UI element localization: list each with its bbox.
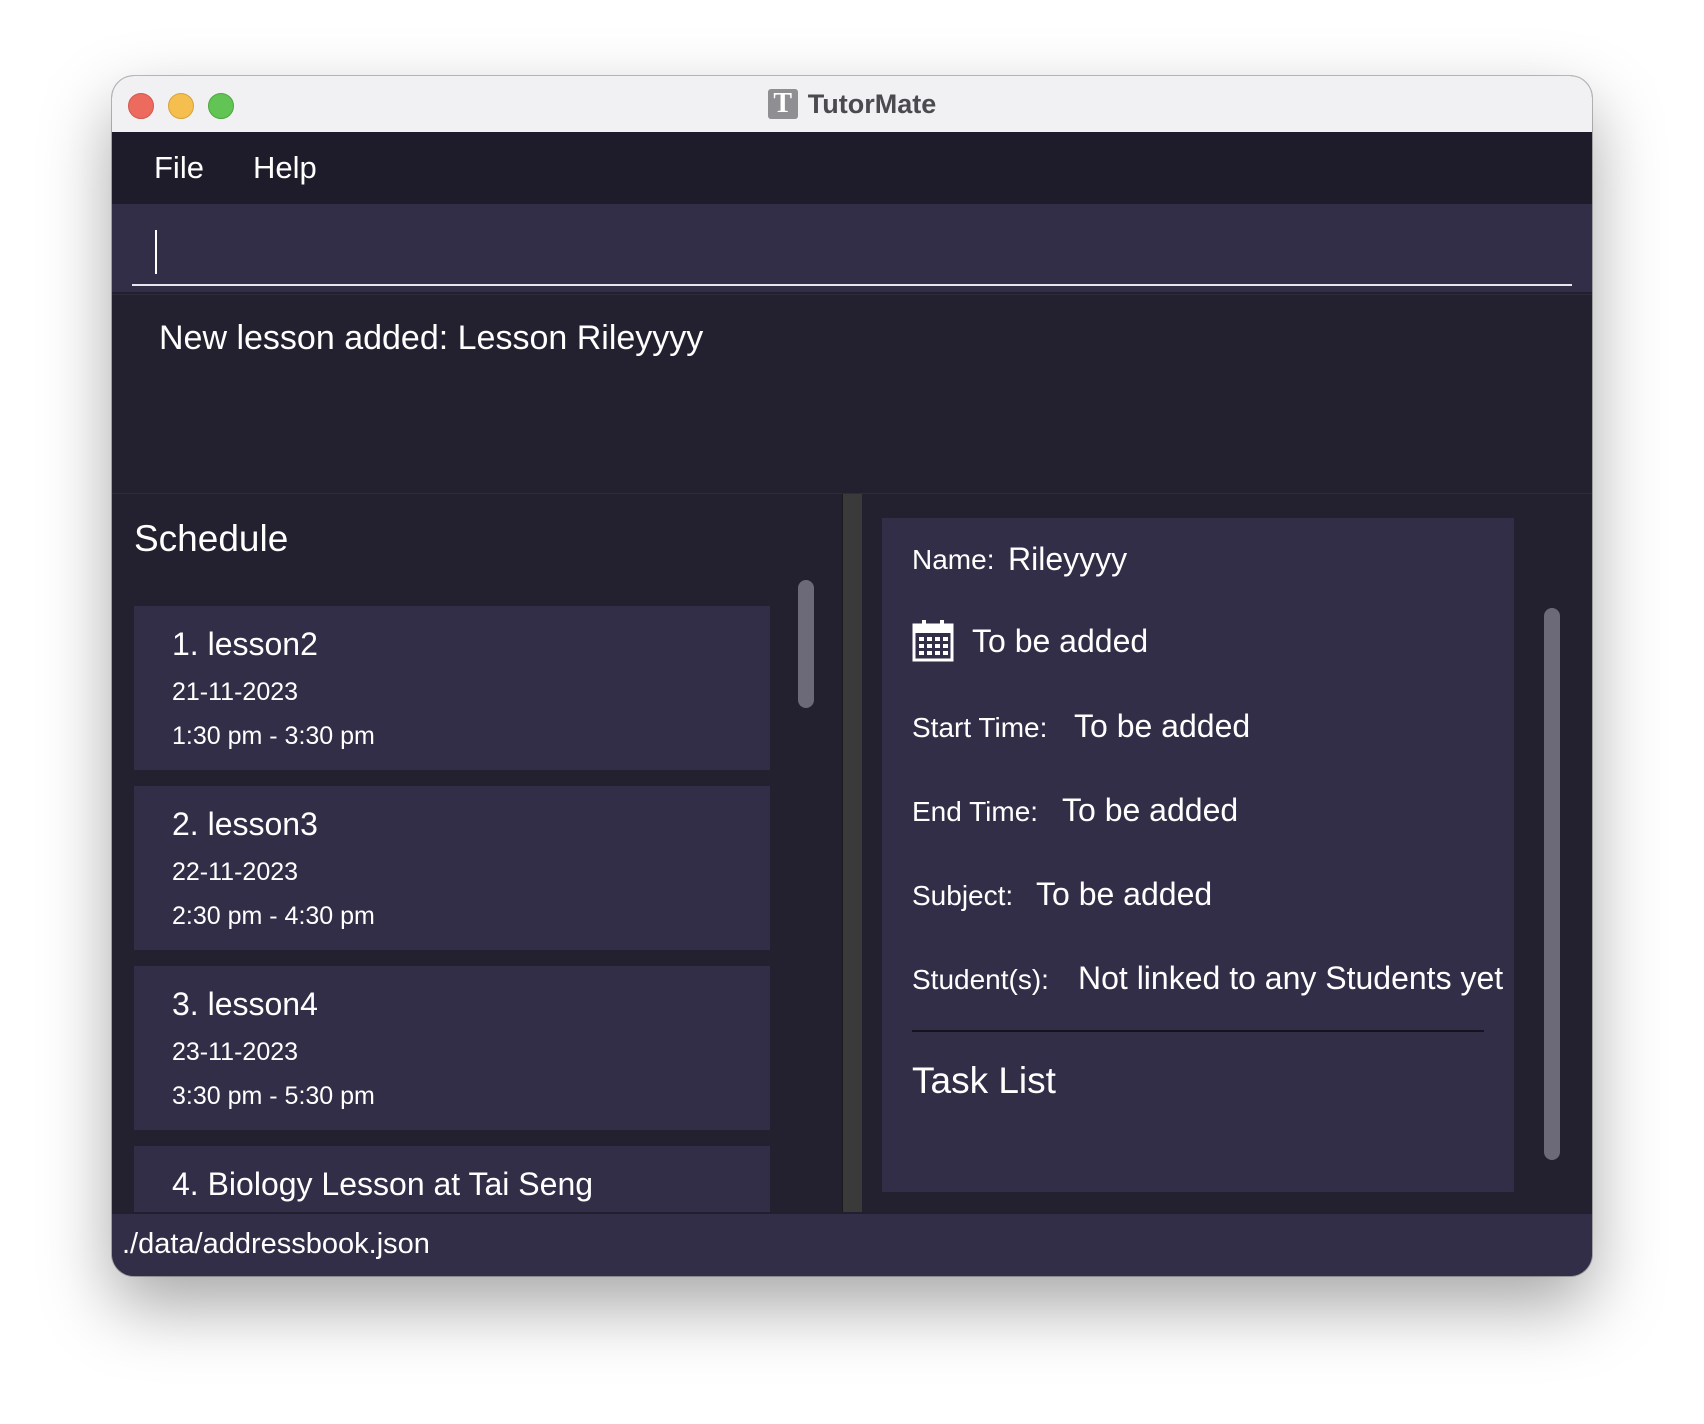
split-pane-divider[interactable] (842, 494, 864, 1212)
status-bar: ./data/addressbook.json (112, 1214, 1592, 1276)
subject-label: Subject: (912, 880, 1014, 911)
lesson-card[interactable]: 1. lesson2 21-11-2023 1:30 pm - 3:30 pm (134, 606, 770, 770)
start-time-value: To be added (1074, 708, 1251, 744)
window-title-group: T TutorMate (112, 76, 1592, 132)
result-display: New lesson added: Lesson Rileyyyy (112, 294, 1592, 494)
lesson-card[interactable]: 2. lesson3 22-11-2023 2:30 pm - 4:30 pm (134, 786, 770, 950)
details-scrollbar[interactable] (1544, 608, 1560, 1160)
command-input[interactable] (132, 218, 1572, 286)
details-panel: Name: Rileyyyy To be added Start Time: T (862, 494, 1592, 1212)
students-value: Not linked to any Students yet (1078, 960, 1504, 996)
menu-bar: File Help (112, 132, 1592, 204)
start-time-label: Start Time: (912, 712, 1048, 743)
window-title: TutorMate (807, 88, 937, 119)
menu-file[interactable]: File (154, 150, 204, 186)
menu-help[interactable]: Help (253, 150, 317, 186)
lesson-time: 3:30 pm - 5:30 pm (172, 1082, 375, 1110)
text-caret (155, 230, 157, 274)
lesson-name: 2. lesson3 (172, 806, 318, 842)
lesson-card[interactable]: 4. Biology Lesson at Tai Seng 11-12-2023 (134, 1146, 770, 1212)
result-message: New lesson added: Lesson Rileyyyy (159, 319, 704, 357)
app-logo-icon: T (767, 88, 798, 119)
lesson-time: 1:30 pm - 3:30 pm (172, 722, 375, 750)
lesson-details-card: Name: Rileyyyy To be added Start Time: T (882, 518, 1514, 1192)
lesson-card[interactable]: 3. lesson4 23-11-2023 3:30 pm - 5:30 pm (134, 966, 770, 1130)
lesson-date: 22-11-2023 (172, 858, 299, 886)
app-window: T TutorMate File Help New lesson added: … (112, 76, 1592, 1276)
lesson-date: 21-11-2023 (172, 678, 299, 706)
lesson-date: 23-11-2023 (172, 1038, 299, 1066)
schedule-title: Schedule (134, 518, 289, 559)
end-time-value: To be added (1062, 792, 1239, 828)
subject-value: To be added (1036, 876, 1213, 912)
schedule-scrollbar[interactable] (798, 580, 814, 708)
name-label: Name: (912, 544, 995, 575)
lesson-time: 2:30 pm - 4:30 pm (172, 902, 375, 930)
date-value: To be added (972, 623, 1149, 659)
lesson-name: 1. lesson2 (172, 626, 318, 662)
schedule-panel: Schedule 1. lesson2 21-11-2023 1:30 pm -… (112, 494, 842, 1212)
end-time-label: End Time: (912, 796, 1039, 827)
command-box (112, 204, 1592, 292)
task-list-title: Task List (912, 1060, 1056, 1101)
students-label: Student(s): (912, 964, 1049, 995)
name-value: Rileyyyy (1008, 541, 1128, 577)
lesson-name: 3. lesson4 (172, 986, 318, 1022)
title-bar: T TutorMate (112, 76, 1592, 133)
details-separator (912, 1030, 1484, 1032)
calendar-icon (912, 620, 954, 662)
lesson-name: 4. Biology Lesson at Tai Seng (172, 1166, 594, 1202)
save-file-path: ./data/addressbook.json (122, 1228, 430, 1260)
